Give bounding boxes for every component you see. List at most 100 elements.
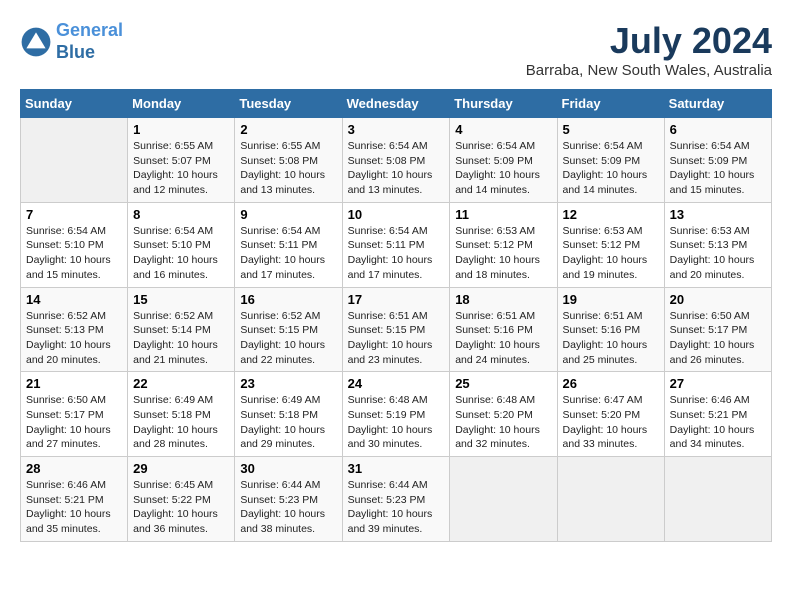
cell-info: Sunrise: 6:52 AMSunset: 5:14 PMDaylight:… [133,309,229,368]
weekday-header-cell: Friday [557,90,664,118]
calendar-cell [557,457,664,542]
calendar-cell: 26 Sunrise: 6:47 AMSunset: 5:20 PMDayligh… [557,372,664,457]
calendar-cell: 8 Sunrise: 6:54 AMSunset: 5:10 PMDaylight… [128,202,235,287]
day-number: 11 [455,207,551,222]
day-number: 18 [455,292,551,307]
calendar-cell [21,118,128,203]
day-number: 30 [240,461,336,476]
calendar-cell: 21 Sunrise: 6:50 AMSunset: 5:17 PMDayligh… [21,372,128,457]
calendar-cell: 28 Sunrise: 6:46 AMSunset: 5:21 PMDayligh… [21,457,128,542]
day-number: 8 [133,207,229,222]
calendar-body: 1 Sunrise: 6:55 AMSunset: 5:07 PMDaylight… [21,118,772,542]
calendar-cell: 24 Sunrise: 6:48 AMSunset: 5:19 PMDayligh… [342,372,450,457]
cell-info: Sunrise: 6:53 AMSunset: 5:12 PMDaylight:… [455,224,551,283]
cell-info: Sunrise: 6:54 AMSunset: 5:10 PMDaylight:… [133,224,229,283]
calendar-cell: 6 Sunrise: 6:54 AMSunset: 5:09 PMDaylight… [664,118,771,203]
cell-info: Sunrise: 6:54 AMSunset: 5:09 PMDaylight:… [455,139,551,198]
calendar-cell: 10 Sunrise: 6:54 AMSunset: 5:11 PMDayligh… [342,202,450,287]
cell-info: Sunrise: 6:54 AMSunset: 5:08 PMDaylight:… [348,139,445,198]
cell-info: Sunrise: 6:48 AMSunset: 5:20 PMDaylight:… [455,393,551,452]
day-number: 4 [455,122,551,137]
day-number: 10 [348,207,445,222]
day-number: 22 [133,376,229,391]
cell-info: Sunrise: 6:44 AMSunset: 5:23 PMDaylight:… [240,478,336,537]
day-number: 26 [563,376,659,391]
cell-info: Sunrise: 6:53 AMSunset: 5:13 PMDaylight:… [670,224,766,283]
calendar-cell [664,457,771,542]
day-number: 7 [26,207,122,222]
calendar-cell: 1 Sunrise: 6:55 AMSunset: 5:07 PMDaylight… [128,118,235,203]
logo-text: General Blue [56,20,123,63]
cell-info: Sunrise: 6:48 AMSunset: 5:19 PMDaylight:… [348,393,445,452]
cell-info: Sunrise: 6:51 AMSunset: 5:16 PMDaylight:… [455,309,551,368]
calendar-cell: 31 Sunrise: 6:44 AMSunset: 5:23 PMDayligh… [342,457,450,542]
cell-info: Sunrise: 6:54 AMSunset: 5:09 PMDaylight:… [670,139,766,198]
cell-info: Sunrise: 6:55 AMSunset: 5:07 PMDaylight:… [133,139,229,198]
day-number: 27 [670,376,766,391]
day-number: 31 [348,461,445,476]
calendar-cell [450,457,557,542]
day-number: 19 [563,292,659,307]
cell-info: Sunrise: 6:46 AMSunset: 5:21 PMDaylight:… [26,478,122,537]
calendar-cell: 25 Sunrise: 6:48 AMSunset: 5:20 PMDayligh… [450,372,557,457]
calendar-cell: 15 Sunrise: 6:52 AMSunset: 5:14 PMDayligh… [128,287,235,372]
day-number: 6 [670,122,766,137]
cell-info: Sunrise: 6:55 AMSunset: 5:08 PMDaylight:… [240,139,336,198]
day-number: 23 [240,376,336,391]
weekday-header-cell: Tuesday [235,90,342,118]
cell-info: Sunrise: 6:46 AMSunset: 5:21 PMDaylight:… [670,393,766,452]
calendar-cell: 11 Sunrise: 6:53 AMSunset: 5:12 PMDayligh… [450,202,557,287]
cell-info: Sunrise: 6:54 AMSunset: 5:11 PMDaylight:… [348,224,445,283]
day-number: 14 [26,292,122,307]
calendar-cell: 19Sunrise: 6:51 AMSunset: 5:16 PMDayligh… [557,287,664,372]
cell-info: Sunrise: 6:54 AMSunset: 5:09 PMDaylight:… [563,139,659,198]
calendar-cell: 23Sunrise: 6:49 AMSunset: 5:18 PMDayligh… [235,372,342,457]
calendar-week-row: 28 Sunrise: 6:46 AMSunset: 5:21 PMDayligh… [21,457,772,542]
weekday-header-cell: Monday [128,90,235,118]
calendar-cell: 3Sunrise: 6:54 AMSunset: 5:08 PMDaylight… [342,118,450,203]
day-number: 21 [26,376,122,391]
cell-info: Sunrise: 6:51 AMSunset: 5:15 PMDaylight:… [348,309,445,368]
calendar-cell: 17 Sunrise: 6:51 AMSunset: 5:15 PMDayligh… [342,287,450,372]
calendar-cell: 22 Sunrise: 6:49 AMSunset: 5:18 PMDayligh… [128,372,235,457]
calendar-cell: 5 Sunrise: 6:54 AMSunset: 5:09 PMDaylight… [557,118,664,203]
day-number: 9 [240,207,336,222]
cell-info: Sunrise: 6:53 AMSunset: 5:12 PMDaylight:… [563,224,659,283]
calendar-cell: 14 Sunrise: 6:52 AMSunset: 5:13 PMDayligh… [21,287,128,372]
day-number: 5 [563,122,659,137]
cell-info: Sunrise: 6:50 AMSunset: 5:17 PMDaylight:… [26,393,122,452]
cell-info: Sunrise: 6:44 AMSunset: 5:23 PMDaylight:… [348,478,445,537]
day-number: 12 [563,207,659,222]
day-number: 24 [348,376,445,391]
cell-info: Sunrise: 6:54 AMSunset: 5:11 PMDaylight:… [240,224,336,283]
calendar-cell: 18 Sunrise: 6:51 AMSunset: 5:16 PMDayligh… [450,287,557,372]
calendar-cell: 13Sunrise: 6:53 AMSunset: 5:13 PMDayligh… [664,202,771,287]
day-number: 1 [133,122,229,137]
calendar-week-row: 14 Sunrise: 6:52 AMSunset: 5:13 PMDayligh… [21,287,772,372]
day-number: 25 [455,376,551,391]
cell-info: Sunrise: 6:52 AMSunset: 5:15 PMDaylight:… [240,309,336,368]
cell-info: Sunrise: 6:49 AMSunset: 5:18 PMDaylight:… [133,393,229,452]
day-number: 17 [348,292,445,307]
calendar-cell: 30 Sunrise: 6:44 AMSunset: 5:23 PMDayligh… [235,457,342,542]
calendar-cell: 27 Sunrise: 6:46 AMSunset: 5:21 PMDayligh… [664,372,771,457]
calendar-cell: 7Sunrise: 6:54 AMSunset: 5:10 PMDaylight… [21,202,128,287]
weekday-header-row: SundayMondayTuesdayWednesdayThursdayFrid… [21,90,772,118]
calendar-cell: 16Sunrise: 6:52 AMSunset: 5:15 PMDayligh… [235,287,342,372]
calendar-cell: 12 Sunrise: 6:53 AMSunset: 5:12 PMDayligh… [557,202,664,287]
cell-info: Sunrise: 6:50 AMSunset: 5:17 PMDaylight:… [670,309,766,368]
title-section: July 2024 Barraba, New South Wales, Aust… [526,20,772,79]
calendar-table: SundayMondayTuesdayWednesdayThursdayFrid… [20,89,772,542]
calendar-cell: 20 Sunrise: 6:50 AMSunset: 5:17 PMDayligh… [664,287,771,372]
calendar-cell: 4 Sunrise: 6:54 AMSunset: 5:09 PMDaylight… [450,118,557,203]
day-number: 15 [133,292,229,307]
cell-info: Sunrise: 6:45 AMSunset: 5:22 PMDaylight:… [133,478,229,537]
calendar-week-row: 7 Sunrise: 6:54 AMSunset: 5:10 PMDaylight… [21,202,772,287]
month-title: July 2024 [526,20,772,62]
day-number: 28 [26,461,122,476]
weekday-header-cell: Saturday [664,90,771,118]
day-number: 20 [670,292,766,307]
cell-info: Sunrise: 6:47 AMSunset: 5:20 PMDaylight:… [563,393,659,452]
calendar-cell: 29Sunrise: 6:45 AMSunset: 5:22 PMDayligh… [128,457,235,542]
cell-info: Sunrise: 6:52 AMSunset: 5:13 PMDaylight:… [26,309,122,368]
